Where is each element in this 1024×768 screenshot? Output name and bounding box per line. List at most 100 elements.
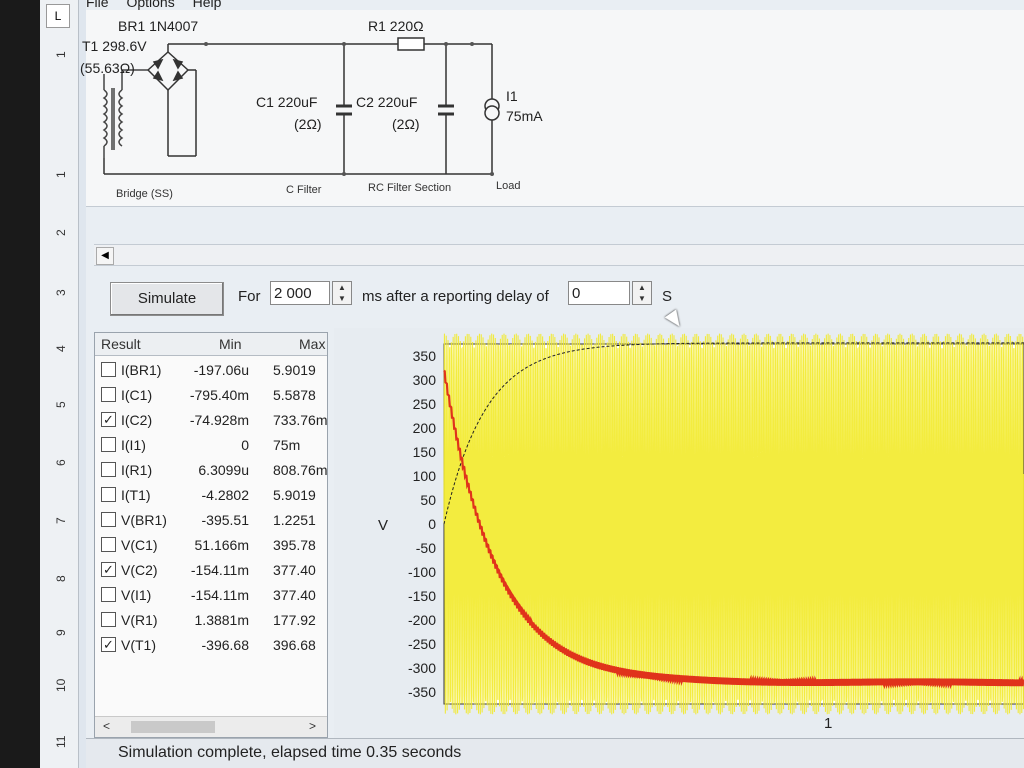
y-tick-label: -50: [416, 540, 436, 556]
result-name: I(BR1): [121, 362, 162, 378]
ruler-tick: 6: [54, 459, 68, 466]
c2-label: C2 220uF: [356, 94, 418, 110]
y-tick-label: 150: [413, 444, 437, 460]
junction-dots: [204, 42, 494, 176]
results-header: Result Min Max: [95, 333, 327, 356]
scroll-left-icon[interactable]: <: [103, 719, 110, 733]
result-checkbox[interactable]: ✓: [101, 412, 116, 427]
result-checkbox[interactable]: [101, 537, 116, 552]
result-max: 733.76m: [273, 412, 328, 428]
scroll-right-icon[interactable]: >: [309, 719, 316, 733]
result-name: I(C2): [121, 412, 153, 428]
table-row[interactable]: I(R1) 6.3099u 808.76m: [95, 459, 327, 483]
header-min[interactable]: Min: [219, 336, 242, 352]
result-min: -395.51: [201, 512, 249, 528]
ruler-tick: 7: [54, 517, 68, 524]
vertical-ruler: L 1 1 2 3 4 5 6 7 8 9 10 11: [40, 0, 79, 768]
ruler-tick: 5: [54, 401, 68, 408]
result-checkbox[interactable]: ✓: [101, 562, 116, 577]
result-name: V(T1): [121, 637, 156, 653]
menu-file[interactable]: File: [86, 0, 109, 10]
waveform-chart: 350 300 250 200 150 100 50 0 -50 -100 -150 -200 -250…: [378, 333, 1024, 732]
table-row[interactable]: I(BR1) -197.06u 5.9019: [95, 359, 327, 383]
y-tick-label: 50: [420, 492, 436, 508]
results-horizontal-scrollbar[interactable]: < >: [95, 716, 327, 737]
result-checkbox[interactable]: [101, 612, 116, 627]
scroll-thumb[interactable]: [131, 721, 215, 733]
table-row[interactable]: I(T1) -4.2802 5.9019: [95, 484, 327, 508]
c1-resistance: (2Ω): [294, 116, 322, 132]
result-min: -4.2802: [201, 487, 249, 503]
seconds-label: S: [662, 288, 673, 305]
result-checkbox[interactable]: [101, 512, 116, 527]
scroll-left-arrow-icon[interactable]: ◀: [96, 247, 114, 265]
result-max: 5.5878: [273, 387, 316, 403]
y-tick-label: -300: [408, 660, 436, 676]
result-min: -795.40m: [189, 387, 249, 403]
y-tick-label: 100: [413, 468, 437, 484]
result-checkbox[interactable]: [101, 387, 116, 402]
duration-stepper[interactable]: ▲ ▼: [332, 281, 352, 305]
current-source-i1-symbol: [484, 98, 500, 121]
header-max[interactable]: Max: [299, 336, 325, 352]
i1-value: 75mA: [506, 108, 543, 124]
y-tick-label: -100: [408, 564, 436, 580]
simulate-button[interactable]: Simulate: [110, 282, 224, 316]
result-checkbox[interactable]: ✓: [101, 637, 116, 652]
duration-input[interactable]: 2 000: [270, 281, 330, 305]
table-row[interactable]: ✓ V(C2) -154.11m 377.40: [95, 559, 327, 583]
for-label: For: [238, 288, 261, 305]
result-max: 396.68: [273, 637, 316, 653]
schematic-horizontal-scrollbar[interactable]: ◀: [94, 244, 1024, 266]
delay-stepper[interactable]: ▲ ▼: [632, 281, 652, 305]
menu-options[interactable]: Options: [126, 0, 174, 10]
y-tick-label: 300: [413, 372, 437, 388]
x-tick-label: 1: [824, 715, 832, 732]
i1-label: I1: [506, 88, 518, 104]
ruler-tick: 10: [54, 678, 68, 692]
result-max: 395.78: [273, 537, 316, 553]
y-tick-label: -200: [408, 612, 436, 628]
result-min: 51.166m: [194, 537, 249, 553]
ruler-tick: 4: [54, 345, 68, 352]
result-name: I(C1): [121, 387, 153, 403]
y-tick-label: 200: [413, 420, 437, 436]
delay-input[interactable]: 0: [568, 281, 630, 305]
ruler-tick: 1: [54, 51, 68, 58]
status-bar: Simulation complete, elapsed time 0.35 s…: [86, 738, 1024, 768]
status-text: Simulation complete, elapsed time 0.35 s…: [118, 744, 462, 761]
result-min: -396.68: [201, 637, 249, 653]
result-min: 6.3099u: [198, 462, 249, 478]
table-row[interactable]: V(C1) 51.166m 395.78: [95, 534, 327, 558]
result-checkbox[interactable]: [101, 487, 116, 502]
result-checkbox[interactable]: [101, 462, 116, 477]
result-name: I(I1): [121, 437, 146, 453]
table-row[interactable]: I(C1) -795.40m 5.5878: [95, 384, 327, 408]
table-row[interactable]: V(R1) 1.3881m 177.92: [95, 609, 327, 633]
circuit-schematic: BR1 1N4007 T1 298.6V (55.63Ω) R1 220Ω C1…: [80, 10, 1024, 207]
y-axis-label: V: [378, 517, 388, 534]
menu-bar: File Options Help: [86, 0, 235, 10]
section-rc-filter: RC Filter Section: [368, 182, 452, 194]
capacitor-c1-symbol: [336, 104, 352, 116]
table-row[interactable]: ✓ I(C2) -74.928m 733.76m: [95, 409, 327, 433]
result-name: V(R1): [121, 612, 158, 628]
table-row[interactable]: V(BR1) -395.51 1.2251: [95, 509, 327, 533]
menu-help[interactable]: Help: [193, 0, 222, 10]
table-row[interactable]: ✓ V(T1) -396.68 396.68: [95, 634, 327, 658]
result-checkbox[interactable]: [101, 437, 116, 452]
section-bridge: Bridge (SS): [116, 188, 173, 200]
plot-panel: 350 300 250 200 150 100 50 0 -50 -100 -150 -200 -250…: [334, 328, 1024, 738]
result-min: -154.11m: [190, 562, 249, 578]
result-checkbox[interactable]: [101, 587, 116, 602]
ruler-tick: 9: [54, 629, 68, 636]
table-row[interactable]: V(I1) -154.11m 377.40: [95, 584, 327, 608]
ruler-tick: 2: [54, 229, 68, 236]
result-checkbox[interactable]: [101, 362, 116, 377]
header-result[interactable]: Result: [101, 336, 141, 352]
table-row[interactable]: I(I1) 0 75m: [95, 434, 327, 458]
result-min: 0: [241, 437, 249, 453]
y-tick-label: -250: [408, 636, 436, 652]
ruler-tick: 3: [54, 289, 68, 296]
transformer-label: T1 298.6V: [82, 38, 147, 54]
